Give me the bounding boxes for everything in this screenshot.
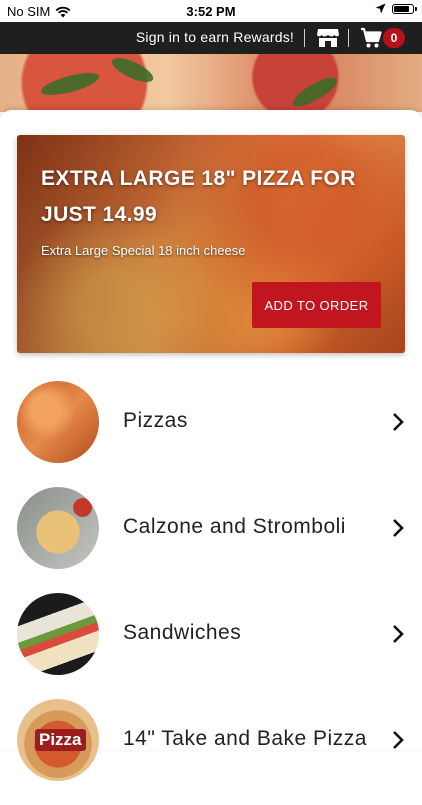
category-label: Calzone and Stromboli: [123, 515, 346, 538]
hero-pizza-image: [0, 54, 422, 112]
app-header: Sign in to earn Rewards! 0: [0, 22, 422, 54]
category-thumbnail: [17, 487, 99, 569]
location-arrow-icon: [375, 3, 386, 14]
chevron-right-icon: [393, 413, 404, 431]
promo-description: Extra Large Special 18 inch cheese: [41, 243, 246, 258]
category-item-pizzas[interactable]: Pizzas: [0, 381, 422, 487]
category-item-take-and-bake[interactable]: Pizza 14" Take and Bake Pizza: [0, 699, 422, 805]
chevron-right-icon: [393, 625, 404, 643]
store-icon[interactable]: [316, 27, 340, 49]
category-thumbnail: [17, 381, 99, 463]
category-thumbnail: Pizza: [17, 699, 99, 781]
category-item-sandwiches[interactable]: Sandwiches: [0, 593, 422, 699]
basil-leaf: [38, 68, 102, 100]
category-label: 14" Take and Bake Pizza: [123, 727, 367, 750]
cart-icon[interactable]: [360, 27, 382, 49]
battery-icon: [392, 3, 417, 14]
rewards-signin-link[interactable]: Sign in to earn Rewards!: [136, 29, 294, 45]
chevron-right-icon: [393, 731, 404, 749]
promo-title: EXTRA LARGE 18" PIZZA FOR JUST 14.99: [41, 167, 356, 226]
header-divider: [348, 29, 349, 47]
cart-count-badge[interactable]: 0: [383, 28, 405, 48]
header-divider: [304, 29, 305, 47]
status-time: 3:52 PM: [186, 4, 236, 19]
thumbnail-sign-text: Pizza: [35, 729, 86, 751]
basil-leaf: [108, 54, 157, 87]
add-to-order-button[interactable]: ADD TO ORDER: [252, 282, 381, 328]
status-bar: No SIM 3:52 PM: [0, 0, 422, 22]
category-item-calzone-stromboli[interactable]: Calzone and Stromboli: [0, 487, 422, 593]
category-label: Sandwiches: [123, 621, 242, 644]
basil-leaf: [289, 72, 341, 112]
category-thumbnail: [17, 593, 99, 675]
category-label: Pizzas: [123, 409, 188, 432]
status-right: [375, 3, 417, 14]
promo-card[interactable]: EXTRA LARGE 18" PIZZA FOR JUST 14.99 Ext…: [17, 135, 405, 353]
chevron-right-icon: [393, 519, 404, 537]
